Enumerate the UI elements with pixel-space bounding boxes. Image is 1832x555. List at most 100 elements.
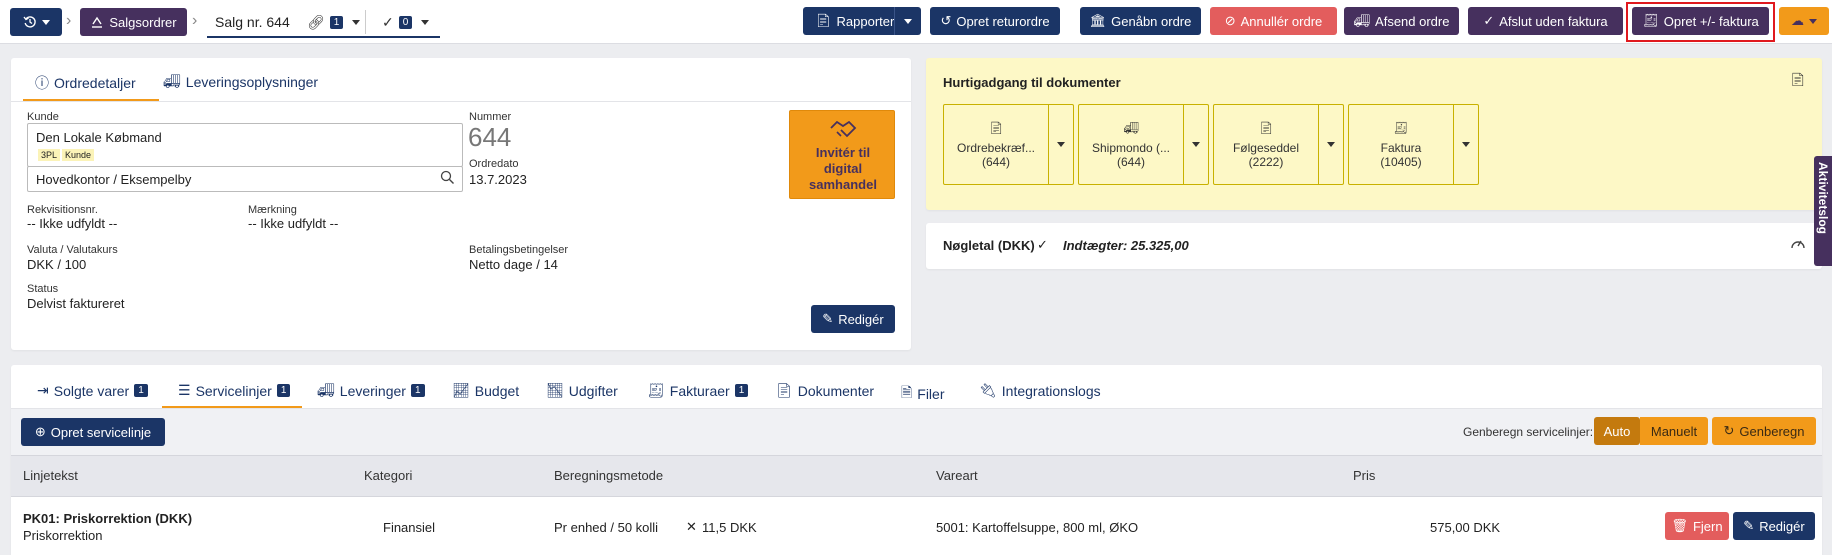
checks-dropdown[interactable]: ✓ 0: [382, 12, 430, 32]
tab-leveringsoplysninger[interactable]: 🚚︎ Leveringsoplysninger: [163, 73, 318, 90]
payment-label: Betalingsbetingelser: [469, 244, 569, 256]
chevron-down-icon: [421, 19, 430, 25]
invite-digital-trade-button[interactable]: Invitér til digital samhandel: [789, 110, 895, 199]
doc-shipmondo-dropdown[interactable]: [1184, 105, 1208, 184]
history-icon: [22, 15, 37, 29]
currency-label: Valuta / Valutakurs: [27, 244, 118, 256]
reports-button[interactable]: 📄︎ Rapporter: [803, 7, 921, 35]
doc-invoice-dropdown[interactable]: [1454, 105, 1478, 184]
search-icon[interactable]: [440, 170, 455, 188]
divider: [365, 10, 366, 34]
row-method-unit: Pr enhed / 50 kolli: [554, 520, 659, 535]
create-invoice-button[interactable]: 🧾︎ Opret +/- faktura: [1632, 7, 1769, 35]
status-label: Status: [27, 283, 59, 295]
col-header-beregningsmetode[interactable]: Beregningsmetode: [554, 468, 663, 483]
tab-leveringer[interactable]: 🚚︎ Leveringer 1: [317, 382, 425, 399]
history-button[interactable]: [10, 8, 62, 36]
edit-row-button[interactable]: ✎ Redigér: [1733, 512, 1815, 540]
tab-fakturaer[interactable]: 🧾︎ Fakturaer 1: [647, 382, 749, 399]
check-count-badge: 0: [398, 15, 413, 29]
chevron-down-icon: [41, 19, 50, 25]
tab-servicelinjer[interactable]: ☰ Servicelinjer 1: [178, 382, 291, 399]
payment-value: Netto dage / 14: [469, 257, 558, 272]
chart-line-icon: 📈︎: [452, 382, 470, 398]
tab-filer[interactable]: 🗎 Filer: [901, 382, 945, 406]
chevron-down-icon: [1192, 142, 1200, 147]
tab-dokumenter[interactable]: 📄︎ Dokumenter: [775, 382, 874, 399]
handshake-icon: [829, 118, 857, 143]
doc-order-confirmation-open[interactable]: 📄︎ Ordrebekræf... (644): [944, 105, 1049, 184]
address-field[interactable]: Hovedkontor / Eksempelby: [27, 166, 463, 192]
remove-row-button[interactable]: 🗑︎ Fjern: [1665, 512, 1729, 540]
dashboard-icon[interactable]: [1790, 236, 1806, 253]
doc-packing-slip[interactable]: 📄︎ Følgeseddel (2222): [1213, 104, 1344, 185]
row-subtitle: Priskorrektion: [23, 528, 103, 543]
document-icon: 📄︎: [815, 13, 832, 28]
doc-order-confirmation[interactable]: 📄︎ Ordrebekræf... (644): [943, 104, 1074, 185]
col-header-kategori[interactable]: Kategori: [364, 468, 412, 483]
close-without-invoice-button[interactable]: ✓ Afslut uden faktura: [1468, 7, 1623, 35]
tab-solgte-varer[interactable]: ⇥ Solgte varer 1: [37, 382, 148, 399]
mode-auto-toggle[interactable]: Auto: [1594, 417, 1640, 445]
doc-invoice[interactable]: 🧾︎ Faktura (10405): [1348, 104, 1479, 185]
row-title: PK01: Priskorrektion (DKK): [23, 511, 193, 526]
breadcrumb-salgsordrer[interactable]: Salgsordrer: [80, 8, 187, 36]
send-order-button[interactable]: 🚚︎ Afsend ordre: [1344, 7, 1459, 35]
reopen-order-button[interactable]: 🏛︎ Genåbn ordre: [1080, 7, 1201, 35]
requisition-value: -- Ikke udfyldt --: [27, 216, 118, 231]
tag-kunde: Kunde: [62, 149, 95, 161]
breadcrumb-separator-icon: ›: [192, 12, 198, 29]
tab-ordredetaljer[interactable]: ⓘ Ordredetaljer: [35, 73, 136, 93]
chevron-down-icon: [1327, 142, 1335, 147]
sign-in-icon: ⇥: [37, 382, 49, 398]
doc-invoice-open[interactable]: 🧾︎ Faktura (10405): [1349, 105, 1454, 184]
doc-shipmondo-open[interactable]: 🚚︎ Shipmondo (... (644): [1079, 105, 1184, 184]
breadcrumb-separator-icon: ›: [66, 12, 72, 29]
col-header-pris[interactable]: Pris: [1353, 468, 1375, 483]
activity-log-tab[interactable]: Aktivitetslog: [1814, 156, 1832, 266]
address-value: Hovedkontor / Eksempelby: [36, 172, 192, 187]
tab-budget[interactable]: 📈︎ Budget: [452, 382, 519, 399]
order-date: 13.7.2023: [469, 172, 527, 187]
doc-packing-slip-open[interactable]: 📄︎ Følgeseddel (2222): [1214, 105, 1319, 184]
create-return-button[interactable]: ↺ Opret returordre: [930, 7, 1060, 35]
col-header-vareart[interactable]: Vareart: [936, 468, 978, 483]
check-icon: ✓: [1037, 237, 1048, 252]
recalc-label: Genberegn servicelinjer:: [1463, 425, 1594, 439]
edit-order-button[interactable]: ✎ Redigér: [811, 305, 895, 333]
link-count-badge: 1: [329, 15, 344, 29]
check-icon: ✓: [382, 13, 394, 30]
doc-shipmondo[interactable]: 🚚︎ Shipmondo (... (644): [1078, 104, 1209, 185]
breadcrumb-current[interactable]: Salg nr. 644: [215, 14, 290, 30]
activity-log-label: Aktivitetslog: [1816, 162, 1830, 235]
customer-label: Kunde: [27, 111, 59, 123]
truck-icon: 🚚︎: [317, 382, 335, 398]
doc-order-confirmation-dropdown[interactable]: [1049, 105, 1073, 184]
tab-integrationslogs[interactable]: 🔌︎ Integrationslogs: [979, 382, 1101, 399]
create-service-line-button[interactable]: ⊕ Opret servicelinje: [21, 418, 165, 446]
links-dropdown[interactable]: 🔗︎ 1: [307, 12, 361, 32]
tabs-divider: [11, 101, 911, 102]
mode-manual-toggle[interactable]: Manuelt: [1640, 417, 1708, 445]
doc-packing-slip-dropdown[interactable]: [1319, 105, 1343, 184]
pdf-icon: 📄︎: [988, 120, 1004, 135]
truck-icon: 🚚︎: [1123, 120, 1139, 135]
cloud-menu-button[interactable]: ☁: [1779, 7, 1829, 35]
invite-text: Invitér til digital samhandel: [809, 145, 877, 192]
customer-field[interactable]: Den Lokale Købmand 3PL Kunde: [27, 123, 463, 167]
order-card: ⓘ Ordredetaljer 🚚︎ Leveringsoplysninger …: [11, 58, 911, 350]
recalculate-button[interactable]: ↻ Genberegn: [1712, 417, 1816, 445]
truck-icon: 🚚︎: [1353, 13, 1371, 28]
tag-3pl: 3PL: [38, 149, 61, 161]
cancel-order-button[interactable]: ⊘ Annullér ordre: [1210, 7, 1337, 35]
key-figures-panel[interactable]: Nøgletal (DKK) ✓ Indtægter: 25.325,00: [926, 223, 1822, 269]
requisition-label: Rekvisitionsnr.: [27, 204, 98, 216]
chevron-down-icon: [1462, 142, 1470, 147]
currency-value: DKK / 100: [27, 257, 87, 272]
tab-udgifter[interactable]: 📉︎ Udgifter: [546, 382, 618, 399]
order-date-label: Ordredato: [469, 158, 519, 170]
table-row[interactable]: PK01: Priskorrektion (DKK) Priskorrektio…: [11, 497, 1822, 555]
document-icon[interactable]: 📄︎: [1789, 72, 1806, 88]
row-item-type: 5001: Kartoffelsuppe, 800 ml, ØKO: [936, 520, 1139, 535]
col-header-linjetekst[interactable]: Linjetekst: [23, 468, 78, 483]
